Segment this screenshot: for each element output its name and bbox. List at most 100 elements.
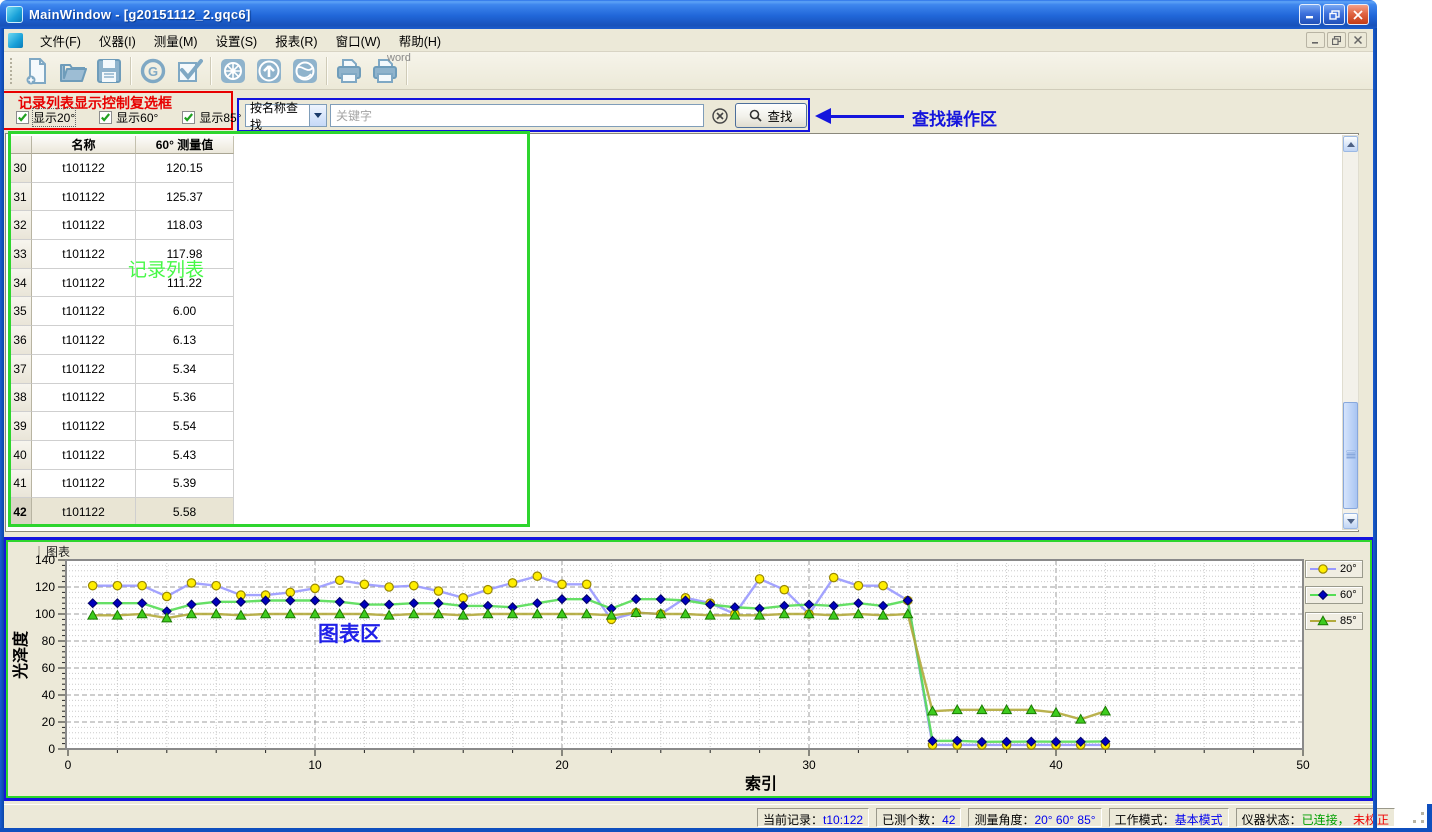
new-file-icon[interactable]: [19, 54, 55, 88]
menu-item[interactable]: 文件(F): [31, 28, 90, 53]
checkbox-icon[interactable]: [182, 111, 195, 124]
svg-text:0: 0: [65, 758, 72, 772]
row-value: 6.13: [136, 326, 234, 355]
scrollbar-thumb[interactable]: [1343, 402, 1358, 509]
menu-bar: 文件(F)仪器(I)测量(M)设置(S)报表(R)窗口(W)帮助(H): [4, 29, 1373, 52]
status-field: 当前记录：t10:122: [757, 808, 869, 827]
menu-item[interactable]: 测量(M): [145, 28, 207, 53]
open-folder-icon[interactable]: [55, 54, 91, 88]
column-header-name[interactable]: 名称: [32, 136, 136, 154]
row-name: t101122: [32, 355, 136, 384]
status-field: 已测个数：42: [876, 808, 961, 827]
print-icon[interactable]: [331, 54, 367, 88]
table-row[interactable]: 32t101122118.03: [9, 211, 235, 240]
column-header-value[interactable]: 60° 测量值: [136, 136, 234, 154]
find-button-label: 查找: [767, 106, 792, 125]
chart-annotation-note: 图表区: [318, 618, 381, 648]
table-row[interactable]: 35t1011226.00: [9, 297, 235, 326]
row-name: t101122: [32, 297, 136, 326]
legend-item[interactable]: 85°: [1305, 612, 1363, 630]
search-input[interactable]: [330, 104, 704, 127]
scroll-up-icon[interactable]: [1343, 136, 1358, 152]
menu-item[interactable]: 报表(R): [266, 28, 326, 53]
search-annotation-note: 查找操作区: [912, 105, 997, 130]
row-name: t101122: [32, 470, 136, 499]
upload-icon[interactable]: [251, 54, 287, 88]
table-row[interactable]: 37t1011225.34: [9, 355, 235, 384]
column-header-index[interactable]: [9, 136, 32, 154]
legend-symbol: [1309, 563, 1337, 575]
word-export-badge: word: [387, 52, 411, 64]
legend-item[interactable]: 20°: [1305, 560, 1363, 578]
table-body: 30t101122120.1531t101122125.3732t1011221…: [9, 154, 235, 527]
table-row[interactable]: 42t1011225.58: [9, 498, 235, 527]
display-checkbox[interactable]: 显示60°: [99, 109, 158, 126]
close-button[interactable]: [1347, 4, 1369, 25]
row-number: 42: [9, 498, 32, 527]
checkbox-icon[interactable]: [99, 111, 112, 124]
app-icon: [6, 6, 23, 23]
table-row[interactable]: 40t1011225.43: [9, 441, 235, 470]
row-value: 5.43: [136, 441, 234, 470]
search-mode-combobox[interactable]: 按名称查找: [245, 104, 327, 127]
status-field: 测量角度：20° 60° 85°: [968, 808, 1101, 827]
svg-text:20: 20: [42, 715, 56, 729]
row-name: t101122: [32, 384, 136, 413]
chevron-down-icon[interactable]: [309, 105, 326, 126]
scroll-down-icon[interactable]: [1343, 513, 1358, 529]
row-value: 6.00: [136, 297, 234, 326]
row-name: t101122: [32, 154, 136, 183]
minimize-button[interactable]: [1299, 4, 1321, 25]
checkbox-icon[interactable]: [16, 111, 29, 124]
legend-label: 85°: [1340, 615, 1357, 627]
menu-item[interactable]: 窗口(W): [327, 28, 390, 53]
mdi-minimize-button[interactable]: [1306, 32, 1325, 48]
save-icon[interactable]: [91, 54, 127, 88]
mdi-restore-button[interactable]: [1327, 32, 1346, 48]
row-number: 40: [9, 441, 32, 470]
table-row[interactable]: 36t1011226.13: [9, 326, 235, 355]
display-checkbox[interactable]: 显示85°: [182, 109, 241, 126]
clear-search-icon[interactable]: [711, 107, 729, 125]
row-number: 41: [9, 470, 32, 499]
find-button[interactable]: 查找: [735, 103, 807, 128]
legend-label: 20°: [1340, 563, 1357, 575]
row-name: t101122: [32, 211, 136, 240]
row-value: 5.39: [136, 470, 234, 499]
row-value: 5.54: [136, 412, 234, 441]
network-globe-icon[interactable]: [287, 54, 323, 88]
svg-text:100: 100: [35, 607, 55, 621]
menu-item[interactable]: 仪器(I): [90, 28, 145, 53]
toolbar-grip[interactable]: [10, 58, 13, 84]
svg-text:10: 10: [308, 758, 322, 772]
mdi-close-button[interactable]: [1348, 32, 1367, 48]
vertical-scrollbar[interactable]: [1342, 135, 1359, 530]
table-annotation-note: 记录列表: [128, 255, 204, 282]
table-row[interactable]: 41t1011225.39: [9, 470, 235, 499]
window-border-bottom: [0, 828, 1432, 832]
svg-text:20: 20: [555, 758, 569, 772]
row-name: t101122: [32, 498, 136, 527]
chart-panel: 图表 02040608010012014001020304050索引光泽度 20…: [6, 540, 1372, 798]
restore-button[interactable]: [1323, 4, 1345, 25]
legend-item[interactable]: 60°: [1305, 586, 1363, 604]
menu-item[interactable]: 帮助(H): [390, 28, 450, 53]
window-title: MainWindow - [g20151112_2.gqc6]: [29, 7, 1299, 22]
check-task-icon[interactable]: [171, 54, 207, 88]
table-row[interactable]: 39t1011225.54: [9, 412, 235, 441]
table-row[interactable]: 38t1011225.36: [9, 384, 235, 413]
arrow-line: [830, 115, 904, 118]
resize-grip[interactable]: [1405, 812, 1427, 828]
display-checkbox[interactable]: 显示20°: [16, 109, 75, 126]
svg-text:140: 140: [35, 553, 55, 567]
row-name: t101122: [32, 412, 136, 441]
table-row[interactable]: 30t101122120.15: [9, 154, 235, 183]
chart-legend: 20° 60° 85°: [1305, 560, 1363, 630]
sync-g-icon[interactable]: G: [135, 54, 171, 88]
svg-text:40: 40: [42, 688, 56, 702]
gauge-icon[interactable]: [215, 54, 251, 88]
row-name: t101122: [32, 326, 136, 355]
table-row[interactable]: 31t101122125.37: [9, 183, 235, 212]
status-fields: 当前记录：t10:122已测个数：42测量角度：20° 60° 85°工作模式：…: [757, 808, 1395, 827]
menu-item[interactable]: 设置(S): [207, 28, 267, 53]
